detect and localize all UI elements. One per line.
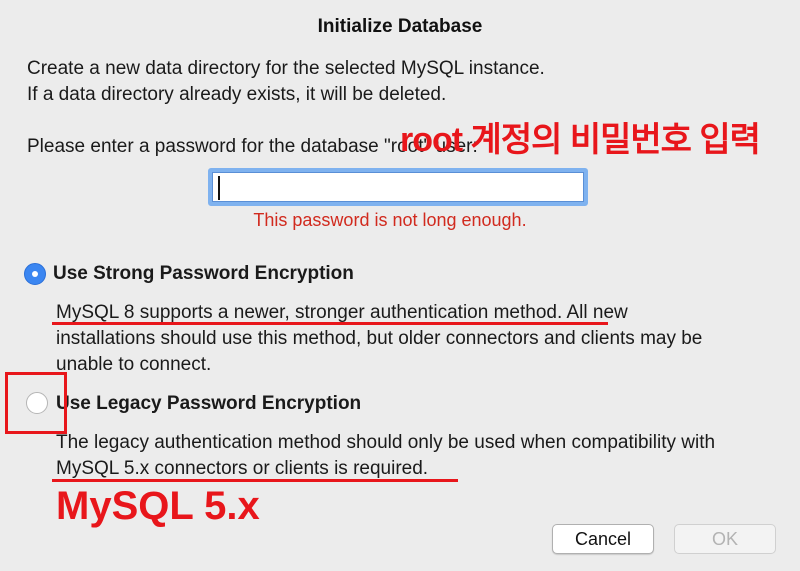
annotation-mysql-note: MySQL 5.x — [56, 484, 260, 528]
strong-desc-line-2: installations should use this method, bu… — [56, 328, 703, 349]
strong-desc-highlight: MySQL 8 supports a newer, stronger authe… — [56, 302, 563, 323]
cancel-button[interactable]: Cancel — [552, 524, 654, 554]
description-line-2: If a data directory already exists, it w… — [27, 84, 447, 105]
legacy-encryption-description: The legacy authentication method should … — [56, 430, 786, 482]
strong-desc-line-3: unable to connect. — [56, 354, 212, 375]
description-line-1: Create a new data directory for the sele… — [27, 58, 545, 79]
strong-encryption-label[interactable]: Use Strong Password Encryption — [53, 263, 354, 285]
dialog-description: Create a new data directory for the sele… — [27, 56, 545, 108]
password-error: This password is not long enough. — [253, 210, 527, 230]
annotation-underline-legacy — [52, 479, 458, 482]
legacy-encryption-label[interactable]: Use Legacy Password Encryption — [56, 393, 361, 415]
strong-desc-rest: All new — [562, 302, 628, 323]
dialog-title: Initialize Database — [317, 16, 483, 37]
password-input[interactable] — [208, 168, 588, 206]
ok-button[interactable]: OK — [674, 524, 776, 554]
radio-strong-encryption[interactable] — [24, 263, 46, 285]
legacy-desc-line-1: The legacy authentication method should … — [56, 432, 716, 453]
annotation-red-box — [5, 372, 67, 434]
annotation-underline-strong — [52, 322, 608, 325]
annotation-korean-note: root 계정의 비밀번호 입력 — [400, 121, 761, 159]
strong-encryption-description: MySQL 8 supports a newer, stronger authe… — [56, 300, 786, 378]
text-caret — [218, 176, 220, 200]
